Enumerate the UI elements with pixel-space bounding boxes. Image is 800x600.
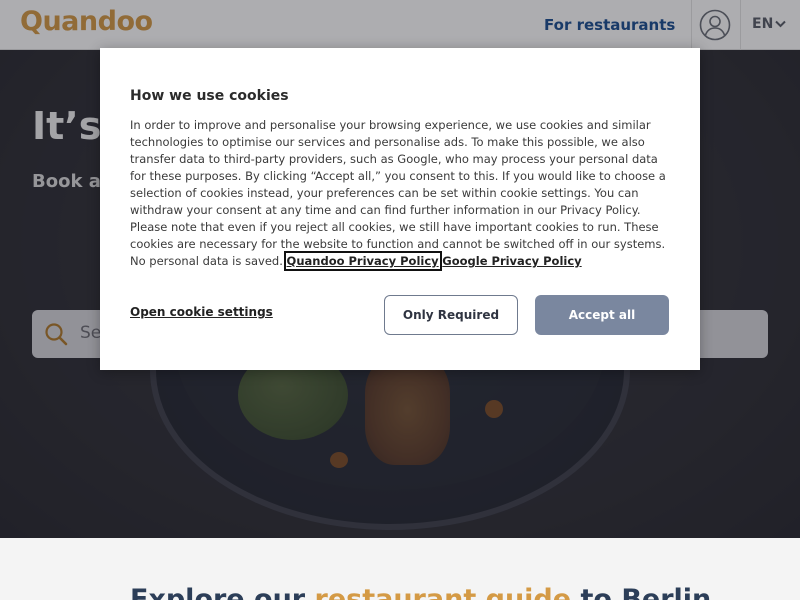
cookie-dialog-title: How we use cookies <box>130 88 289 104</box>
only-required-button[interactable]: Only Required <box>384 295 518 335</box>
cookie-dialog-text: In order to improve and personalise your… <box>130 117 672 271</box>
open-cookie-settings-link[interactable]: Open cookie settings <box>130 305 273 319</box>
explore-heading-start: Explore our <box>130 584 315 600</box>
cookie-consent-dialog: How we use cookies In order to improve a… <box>100 48 700 370</box>
quandoo-privacy-policy-link[interactable]: Quandoo Privacy Policy <box>283 251 442 271</box>
explore-section: Explore our restaurant guide to Berlin <box>0 538 800 600</box>
explore-heading: Explore our restaurant guide to Berlin <box>130 584 711 600</box>
accept-all-button[interactable]: Accept all <box>535 295 669 335</box>
google-privacy-policy-link[interactable]: Google Privacy Policy <box>442 254 581 268</box>
cookie-body-text: In order to improve and personalise your… <box>130 118 666 268</box>
restaurant-guide-link[interactable]: restaurant guide <box>315 584 572 600</box>
explore-heading-end: to Berlin <box>571 584 712 600</box>
